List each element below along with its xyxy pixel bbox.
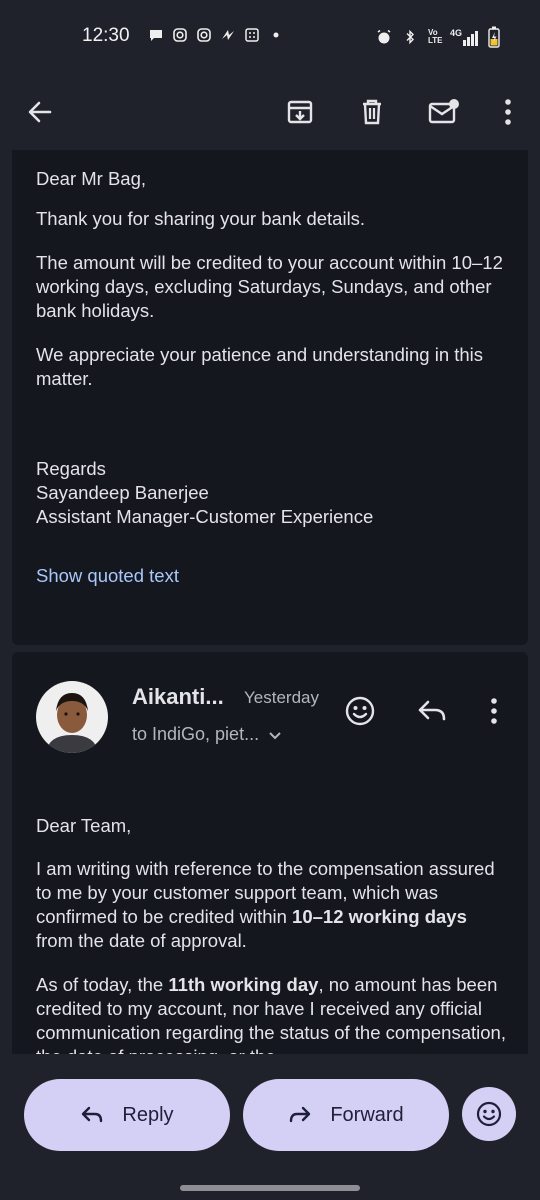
recipients-text: to IndiGo, piet... [132,724,260,744]
system-icons: Vo LTE 4G [376,26,500,48]
more-vert-icon [491,698,497,724]
message-card-1: Dear Mr Bag, Thank you for sharing your … [12,150,528,645]
reply-label: Reply [122,1103,174,1126]
back-button[interactable] [16,88,64,136]
chevron-down-icon [269,731,281,739]
dot-icon [273,32,279,38]
message-paragraph: As of today, the 11th working day, no am… [36,974,506,1054]
emoji-icon [345,696,375,726]
message-time: Yesterday [244,688,319,707]
bottom-action-bar: Reply Forward [0,1055,540,1200]
message-more-button[interactable] [472,689,516,733]
back-arrow-icon [28,101,52,123]
message-paragraph: I am writing with reference to the compe… [36,858,495,951]
message-card-2: Aikanti... Yesterday to IndiGo, piet... … [12,652,528,1054]
recipients-toggle[interactable]: to IndiGo, piet... [132,724,283,745]
message-paragraph: We appreciate your patience and understa… [36,344,484,389]
reply-button[interactable]: Reply [24,1079,230,1151]
forward-label: Forward [330,1103,404,1126]
notification-icons [148,27,284,43]
chat-bubble-icon [150,30,162,41]
more-vert-icon [505,99,511,125]
reply-icon-button[interactable] [410,689,454,733]
calculator-icon [245,28,259,42]
volte-icon: Vo LTE [427,28,443,45]
message-paragraph: The amount will be credited to your acco… [36,252,503,321]
alarm-icon [377,29,391,44]
message-paragraph: Thank you for sharing your bank details. [36,208,366,229]
greeting: Dear Team, [36,815,132,836]
forward-icon [290,1106,311,1123]
reply-icon [82,1106,103,1123]
add-reaction-button[interactable] [338,689,382,733]
sender-photo [36,681,108,753]
status-time: 12:30 [82,25,130,46]
bluetooth-icon [406,29,414,45]
sender-name[interactable]: Aikanti... [132,684,224,710]
battery-charging-icon [488,26,500,48]
home-indicator[interactable] [180,1185,360,1191]
delete-button[interactable] [348,88,396,136]
more-options-button[interactable] [484,88,532,136]
emoji-reaction-button[interactable] [462,1087,516,1141]
mark-unread-button[interactable] [420,88,468,136]
status-bar: 12:30 Vo LTE 4G [0,0,540,72]
reply-icon [418,700,446,721]
instagram-icon [173,28,187,42]
show-quoted-text-link[interactable]: Show quoted text [36,564,179,588]
mark-unread-icon [428,99,459,124]
email-toolbar [0,72,540,152]
zepto-icon [222,30,234,40]
avatar[interactable] [36,681,108,753]
delete-icon [363,99,381,125]
archive-button[interactable] [276,88,324,136]
instagram-icon [197,28,211,42]
forward-button[interactable]: Forward [243,1079,449,1151]
greeting: Dear Mr Bag, [36,168,147,189]
archive-icon [287,100,313,124]
signal-4g-icon: 4G [450,28,478,46]
signature-name: Sayandeep Banerjee [36,482,209,503]
signature-title: Assistant Manager-Customer Experience [36,506,374,527]
emoji-icon [476,1101,502,1127]
signoff: Regards [36,458,106,479]
